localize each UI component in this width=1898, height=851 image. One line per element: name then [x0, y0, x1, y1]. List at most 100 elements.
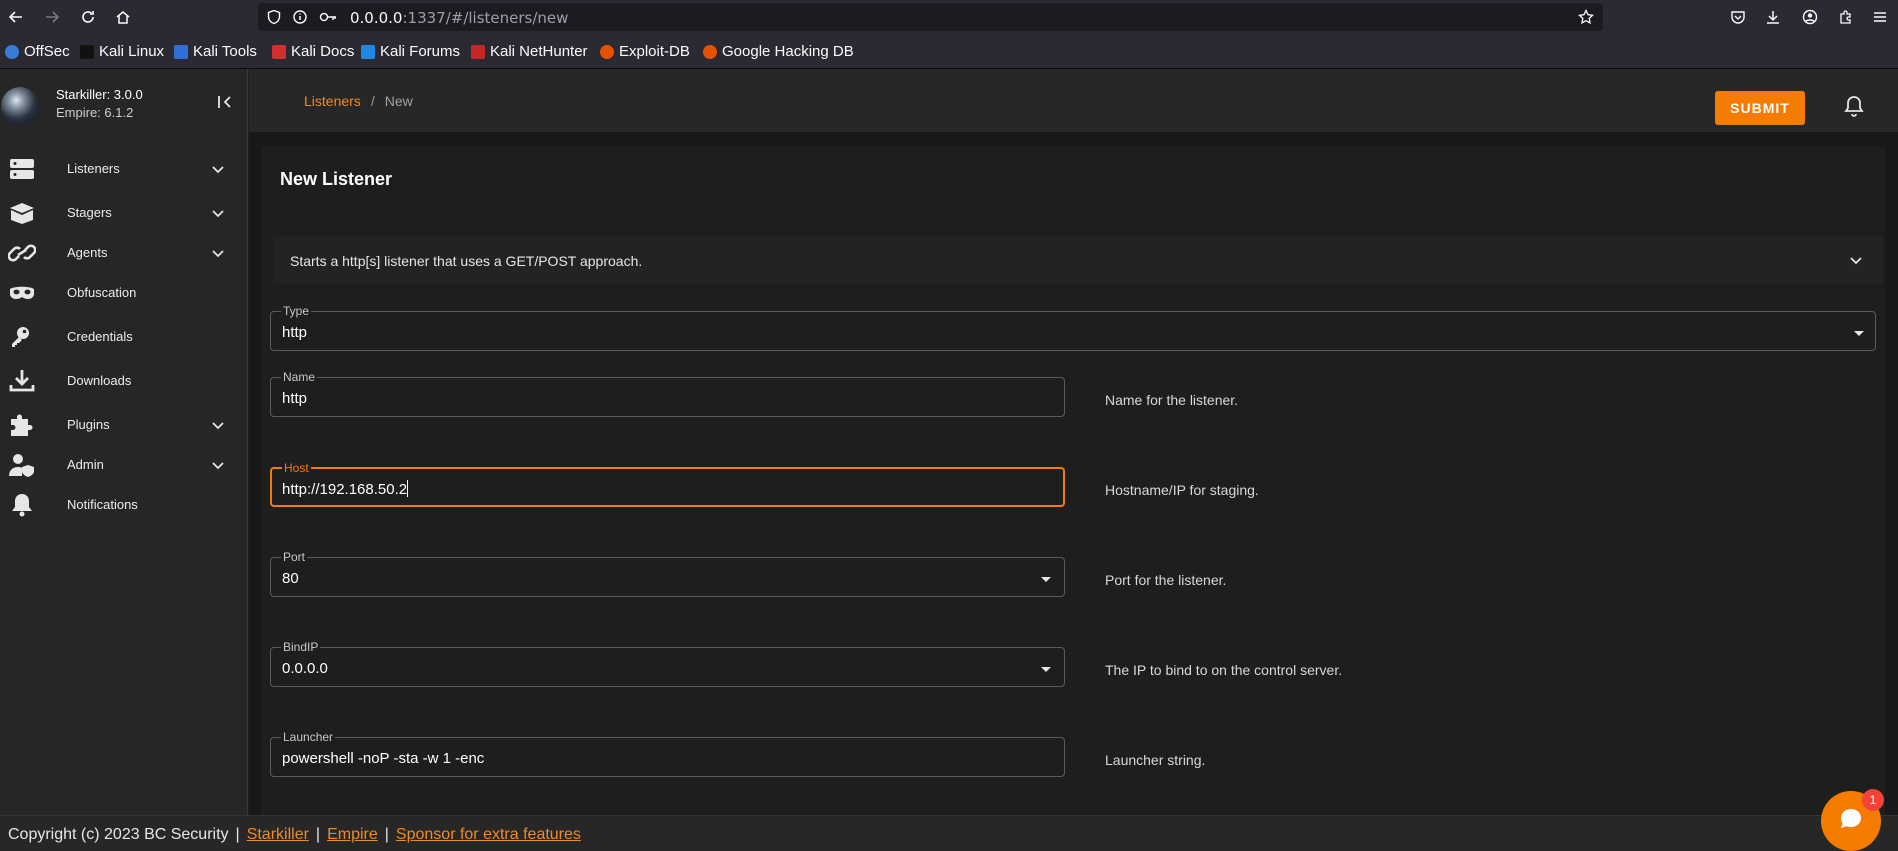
breadcrumb: Listeners / New [304, 93, 413, 109]
url-bar[interactable]: 0.0.0.0:1337/#/listeners/new [258, 3, 1603, 31]
user-shield-icon [8, 453, 36, 477]
sidebar-item-stagers[interactable]: Stagers [0, 195, 248, 231]
bookmark-kali-nethunter[interactable]: Kali NetHunter [471, 43, 588, 60]
chevron-down-icon[interactable] [210, 205, 226, 221]
collapse-sidebar-icon[interactable] [216, 93, 236, 113]
sidebar-item-label: Credentials [67, 329, 133, 344]
launcher-field[interactable]: Launcher powershell -noP -sta -w 1 -enc [270, 730, 1065, 777]
back-button[interactable] [4, 5, 28, 29]
main-content: New Listener Starts a http[s] listener t… [249, 132, 1898, 816]
sidebar-item-downloads[interactable]: Downloads [0, 363, 248, 399]
bindip-label: BindIP [281, 640, 321, 654]
extensions-icon[interactable] [1834, 5, 1858, 29]
downloads-icon[interactable] [1761, 5, 1785, 29]
host-hint: Hostname/IP for staging. [1105, 482, 1259, 498]
text-cursor [407, 480, 409, 497]
bookmark-label: Kali Docs [291, 43, 355, 60]
sidebar-item-agents[interactable]: Agents [0, 235, 248, 271]
bookmark-kali-forums[interactable]: Kali Forums [361, 43, 460, 60]
bookmark-label: Google Hacking DB [722, 43, 854, 60]
host-label: Host [282, 461, 311, 475]
breadcrumb-listeners-link[interactable]: Listeners [304, 93, 361, 109]
notifications-bell-icon[interactable] [1844, 95, 1868, 119]
offsec-icon [5, 44, 19, 59]
chevron-down-icon[interactable] [210, 457, 226, 473]
kali-tools-icon [174, 44, 188, 59]
bookmark-label: Kali Forums [380, 43, 461, 60]
listener-description: Starts a http[s] listener that uses a GE… [290, 253, 643, 269]
sidebar: Starkiller: 3.0.0 Empire: 6.1.2 Listener… [0, 69, 248, 815]
chat-icon [1838, 806, 1864, 837]
sidebar-item-listeners[interactable]: Listeners [0, 151, 248, 187]
empire-link[interactable]: Empire [327, 826, 378, 843]
bookmarks-bar: OffSec Kali Linux Kali Tools Kali Docs K… [0, 34, 1898, 69]
not-secure-icon[interactable] [290, 7, 310, 27]
bookmark-kali-tools[interactable]: Kali Tools [174, 43, 257, 60]
sidebar-item-label: Agents [67, 245, 108, 260]
bindip-hint: The IP to bind to on the control server. [1105, 662, 1343, 678]
account-icon[interactable] [1798, 5, 1822, 29]
shield-icon[interactable] [264, 7, 284, 27]
url-text[interactable]: 0.0.0.0:1337/#/listeners/new [350, 9, 568, 27]
reload-button[interactable] [76, 5, 100, 29]
starkiller-link[interactable]: Starkiller [247, 826, 309, 843]
dropdown-arrow-icon[interactable] [1040, 662, 1052, 674]
host-value: http://192.168.50.2 [282, 481, 408, 498]
type-label: Type [281, 304, 312, 318]
bindip-select[interactable]: BindIP 0.0.0.0 [270, 640, 1065, 687]
bookmark-label: Exploit-DB [619, 43, 690, 60]
url-host: 0.0.0.0 [350, 9, 403, 27]
chevron-down-icon[interactable] [1848, 252, 1864, 268]
type-select[interactable]: Type http [270, 304, 1876, 351]
listener-description-panel[interactable]: Starts a http[s] listener that uses a GE… [273, 236, 1883, 284]
name-value: http [282, 390, 308, 407]
bookmark-star-icon[interactable] [1576, 7, 1596, 27]
package-open-icon [8, 201, 36, 225]
chevron-down-icon[interactable] [210, 417, 226, 433]
server-stack-icon [8, 157, 36, 181]
chevron-down-icon[interactable] [210, 161, 226, 177]
key-icon[interactable] [318, 7, 338, 27]
name-label: Name [281, 370, 318, 384]
host-field[interactable]: Host http://192.168.50.2 [270, 461, 1065, 507]
breadcrumb-separator: / [370, 93, 375, 109]
footer-separator: | [384, 826, 389, 843]
sidebar-item-label: Obfuscation [67, 285, 137, 300]
bookmark-offsec[interactable]: OffSec [5, 43, 70, 60]
sidebar-item-plugins[interactable]: Plugins [0, 407, 248, 443]
bindip-value: 0.0.0.0 [282, 660, 328, 677]
dropdown-arrow-icon[interactable] [1040, 572, 1052, 584]
name-field[interactable]: Name http [270, 370, 1065, 417]
bookmark-kali-linux[interactable]: Kali Linux [80, 43, 164, 60]
pocket-icon[interactable] [1726, 5, 1750, 29]
browser-toolbar: 0.0.0.0:1337/#/listeners/new [0, 0, 1898, 34]
sidebar-item-credentials[interactable]: Credentials [0, 319, 248, 355]
download-icon [8, 369, 36, 393]
chat-unread-badge: 1 [1862, 789, 1884, 811]
app-bar: Listeners / New SUBMIT [249, 69, 1898, 132]
submit-button[interactable]: SUBMIT [1715, 91, 1805, 125]
breadcrumb-current: New [384, 93, 413, 109]
footer-separator: | [235, 826, 240, 843]
sidebar-item-label: Notifications [67, 497, 138, 512]
sidebar-item-obfuscation[interactable]: Obfuscation [0, 275, 248, 311]
sidebar-item-notifications[interactable]: Notifications [0, 487, 248, 523]
host-value-wrapper: http://192.168.50.2 [282, 480, 409, 498]
sidebar-item-admin[interactable]: Admin [0, 447, 248, 483]
home-button[interactable] [111, 5, 135, 29]
dropdown-arrow-icon[interactable] [1853, 326, 1865, 338]
bookmark-google-hacking-db[interactable]: Google Hacking DB [703, 43, 854, 60]
sidebar-item-label: Admin [67, 457, 104, 472]
port-label: Port [281, 550, 308, 564]
ghdb-icon [703, 44, 717, 59]
menu-icon[interactable] [1868, 5, 1892, 29]
bookmark-exploit-db[interactable]: Exploit-DB [600, 43, 690, 60]
forward-button[interactable] [40, 5, 64, 29]
bookmark-kali-docs[interactable]: Kali Docs [272, 43, 354, 60]
exploit-db-icon [600, 44, 614, 59]
chevron-down-icon[interactable] [210, 245, 226, 261]
port-select[interactable]: Port 80 [270, 550, 1065, 597]
starkiller-logo [1, 87, 39, 125]
nethunter-icon [471, 44, 485, 59]
sponsor-link[interactable]: Sponsor for extra features [396, 826, 581, 843]
